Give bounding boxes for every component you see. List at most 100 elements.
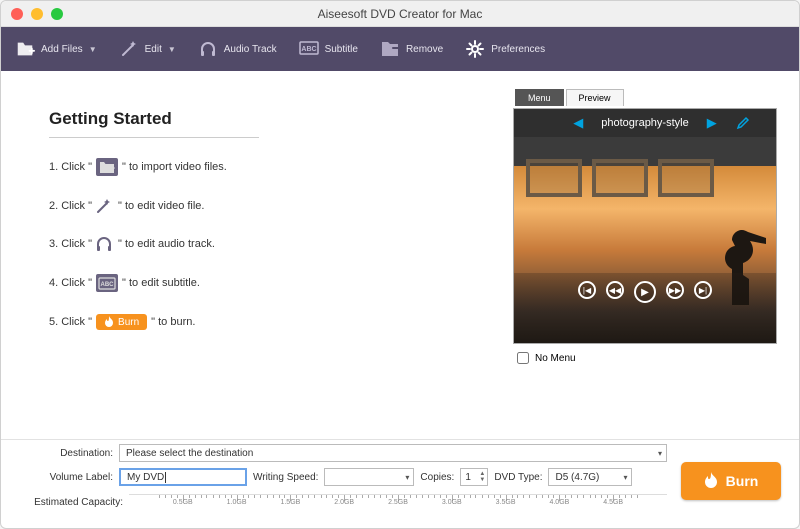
destination-select[interactable]: Please select the destination — [119, 444, 667, 462]
headphones-icon — [198, 39, 218, 59]
no-menu-option: No Menu — [513, 352, 781, 364]
flame-icon — [104, 316, 114, 328]
edit-label: Edit — [145, 44, 162, 55]
step-text: 3. Click " — [49, 238, 92, 250]
audio-track-label: Audio Track — [224, 44, 277, 55]
burn-label: Burn — [726, 473, 759, 489]
chevron-down-icon: ▼ — [89, 45, 97, 54]
player-last-button[interactable]: ▶| — [694, 281, 712, 299]
step-text: " to edit video file. — [118, 200, 204, 212]
subtitle-icon: ABC — [299, 39, 319, 59]
app-window: Aiseesoft DVD Creator for Mac Add Files … — [0, 0, 800, 529]
remove-button[interactable]: Remove — [380, 39, 443, 59]
subtitle-button[interactable]: ABC Subtitle — [299, 39, 358, 59]
preferences-label: Preferences — [491, 44, 545, 55]
window-controls — [11, 8, 63, 20]
menu-style-bar: ◀ photography-style ▶ — [514, 109, 776, 137]
capacity-label: Estimated Capacity: — [19, 497, 123, 508]
menu-preview: ◀ photography-style ▶ — [513, 108, 777, 344]
add-files-icon — [96, 158, 118, 176]
chevron-down-icon: ▼ — [168, 45, 176, 54]
ruler-tick-label: 4.0GB — [549, 499, 569, 506]
add-files-icon — [15, 39, 35, 59]
step-text: " to edit subtitle. — [122, 277, 200, 289]
menu-canvas[interactable]: |◀ ◀◀ ▶ ▶▶ ▶| — [514, 137, 776, 343]
ruler-tick-label: 2.0GB — [334, 499, 354, 506]
add-files-label: Add Files — [41, 44, 83, 55]
prev-style-button[interactable]: ◀ — [573, 115, 583, 131]
minimize-window-button[interactable] — [31, 8, 43, 20]
capacity-row: Estimated Capacity: 0.5GB1.0GB1.5GB2.0GB… — [19, 492, 667, 512]
step-text: 2. Click " — [49, 200, 92, 212]
svg-text:ABC: ABC — [101, 282, 115, 288]
next-style-button[interactable]: ▶ — [707, 115, 717, 131]
menu-style-name: photography-style — [601, 117, 688, 129]
getting-started-title: Getting Started — [49, 109, 259, 138]
destination-row: Destination: Please select the destinati… — [19, 444, 667, 462]
step-5: 5. Click " Burn " to burn. — [49, 314, 491, 330]
settings-row: Volume Label: My DVD Writing Speed: Copi… — [19, 468, 667, 486]
getting-started-panel: Getting Started 1. Click " " to import v… — [19, 89, 501, 437]
dvd-type-value: D5 (4.7G) — [555, 472, 599, 483]
volume-label-label: Volume Label: — [19, 472, 113, 483]
preferences-button[interactable]: Preferences — [465, 39, 545, 59]
edit-menu-icon[interactable] — [736, 116, 750, 130]
main-area: Getting Started 1. Click " " to import v… — [1, 71, 799, 437]
titlebar: Aiseesoft DVD Creator for Mac — [1, 1, 799, 27]
subtitle-icon: ABC — [96, 274, 118, 292]
burn-mini-badge: Burn — [96, 314, 147, 330]
menu-frame — [592, 159, 648, 197]
ruler-tick-label: 1.0GB — [227, 499, 247, 506]
ruler-tick-label: 2.5GB — [388, 499, 408, 506]
tab-menu[interactable]: Menu — [515, 89, 564, 106]
capacity-ruler: 0.5GB1.0GB1.5GB2.0GB2.5GB3.0GB3.5GB4.0GB… — [129, 494, 667, 512]
writing-speed-select[interactable] — [324, 468, 414, 486]
ruler-tick-label: 1.5GB — [280, 499, 300, 506]
maximize-window-button[interactable] — [51, 8, 63, 20]
step-text: " to import video files. — [122, 161, 227, 173]
step-text: " to burn. — [151, 316, 195, 328]
preview-player-controls: |◀ ◀◀ ▶ ▶▶ ▶| — [514, 281, 776, 303]
copies-value: 1 — [465, 472, 471, 483]
volume-label-value: My DVD — [127, 472, 164, 483]
tab-preview[interactable]: Preview — [566, 89, 624, 106]
step-1: 1. Click " " to import video files. — [49, 158, 491, 176]
dvd-type-select[interactable]: D5 (4.7G) — [548, 468, 632, 486]
step-2: 2. Click " " to edit video file. — [49, 198, 491, 214]
destination-label: Destination: — [19, 448, 113, 459]
step-3: 3. Click " " to edit audio track. — [49, 236, 491, 252]
volume-label-input[interactable]: My DVD — [119, 468, 247, 486]
player-next-button[interactable]: ▶▶ — [666, 281, 684, 299]
no-menu-label: No Menu — [535, 353, 576, 364]
burn-mini-label: Burn — [118, 317, 139, 328]
step-4: 4. Click " ABC " to edit subtitle. — [49, 274, 491, 292]
menu-frames — [526, 159, 714, 197]
menu-frame — [526, 159, 582, 197]
gear-icon — [465, 39, 485, 59]
copies-stepper[interactable]: 1▲▼ — [460, 468, 488, 486]
bottom-panel: Destination: Please select the destinati… — [1, 439, 799, 528]
add-files-button[interactable]: Add Files ▼ — [15, 39, 97, 59]
writing-speed-label: Writing Speed: — [253, 472, 318, 483]
audio-track-button[interactable]: Audio Track — [198, 39, 277, 59]
subtitle-label: Subtitle — [325, 44, 358, 55]
ruler-tick-label: 3.0GB — [442, 499, 462, 506]
no-menu-checkbox[interactable] — [517, 352, 529, 364]
burn-button[interactable]: Burn — [681, 462, 781, 500]
step-text: 4. Click " — [49, 277, 92, 289]
player-first-button[interactable]: |◀ — [578, 281, 596, 299]
player-prev-button[interactable]: ◀◀ — [606, 281, 624, 299]
step-text: 1. Click " — [49, 161, 92, 173]
magic-wand-icon — [119, 39, 139, 59]
player-play-button[interactable]: ▶ — [634, 281, 656, 303]
destination-value: Please select the destination — [126, 448, 253, 459]
preview-panel: Menu Preview ◀ photography-style ▶ — [513, 89, 781, 437]
edit-button[interactable]: Edit ▼ — [119, 39, 176, 59]
remove-label: Remove — [406, 44, 443, 55]
magic-wand-icon — [96, 198, 114, 214]
close-window-button[interactable] — [11, 8, 23, 20]
dvd-type-label: DVD Type: — [494, 472, 542, 483]
headphones-icon — [96, 236, 114, 252]
svg-text:ABC: ABC — [301, 46, 316, 53]
step-text: " to edit audio track. — [118, 238, 215, 250]
